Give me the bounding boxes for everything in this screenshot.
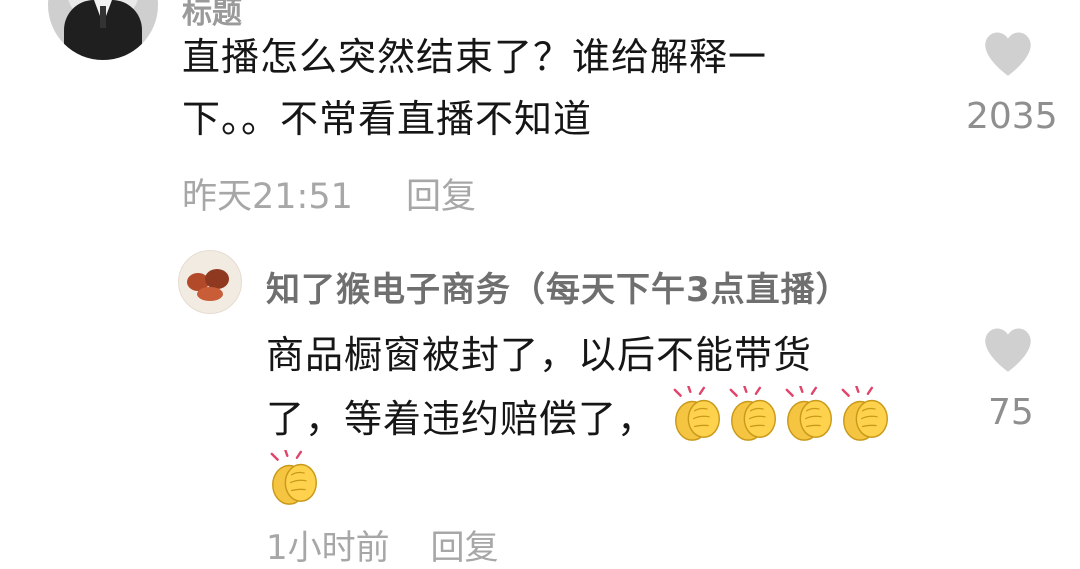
- reply-line-3: [266, 450, 966, 514]
- clapping-hands-emoji: [785, 386, 833, 441]
- emoji-row: [669, 386, 893, 441]
- reply-line-2-text: 了，等着违约赔偿了，: [266, 397, 657, 441]
- avatar[interactable]: [48, 0, 158, 60]
- reply-text: 商品橱窗被封了，以后不能带货 了，等着违约赔偿了，: [266, 324, 966, 514]
- comment-text: 直播怎么突然结束了？谁给解释一 下。。不常看直播不知道: [182, 26, 882, 150]
- reply-line-2: 了，等着违约赔偿了，: [266, 386, 966, 450]
- clapping-hands-emoji: [673, 386, 721, 441]
- clapping-hands-emoji: [270, 450, 317, 505]
- avatar-crab-3: [197, 287, 223, 301]
- reply-time: 1小时前: [266, 528, 390, 568]
- comment-line-1: 直播怎么突然结束了？谁给解释一: [182, 35, 768, 79]
- clapping-hands-emoji: [841, 386, 889, 441]
- like-button[interactable]: [980, 28, 1036, 82]
- avatar-crab-2: [205, 269, 229, 289]
- heart-icon: [985, 32, 1031, 76]
- reply-meta: 1小时前 回复: [266, 520, 498, 569]
- reply-line-1: 商品橱窗被封了，以后不能带货: [266, 333, 813, 377]
- clapping-hands-emoji: [729, 386, 777, 441]
- reply-avatar[interactable]: [178, 250, 242, 314]
- avatar-tie: [100, 6, 106, 28]
- reply-like-button[interactable]: [980, 324, 1036, 378]
- reply-like-count: 75: [988, 392, 1034, 433]
- heart-icon: [985, 328, 1031, 372]
- reply-button[interactable]: 回复: [406, 168, 476, 219]
- reply-reply-button[interactable]: 回复: [430, 528, 498, 568]
- comment-time: 昨天21:51: [182, 177, 353, 217]
- reply-username[interactable]: 知了猴电子商务（每天下午3点直播）: [266, 262, 851, 311]
- emoji-row: [266, 450, 322, 505]
- like-count: 2035: [966, 96, 1058, 137]
- comment-line-2: 下。。不常看直播不知道: [182, 97, 593, 141]
